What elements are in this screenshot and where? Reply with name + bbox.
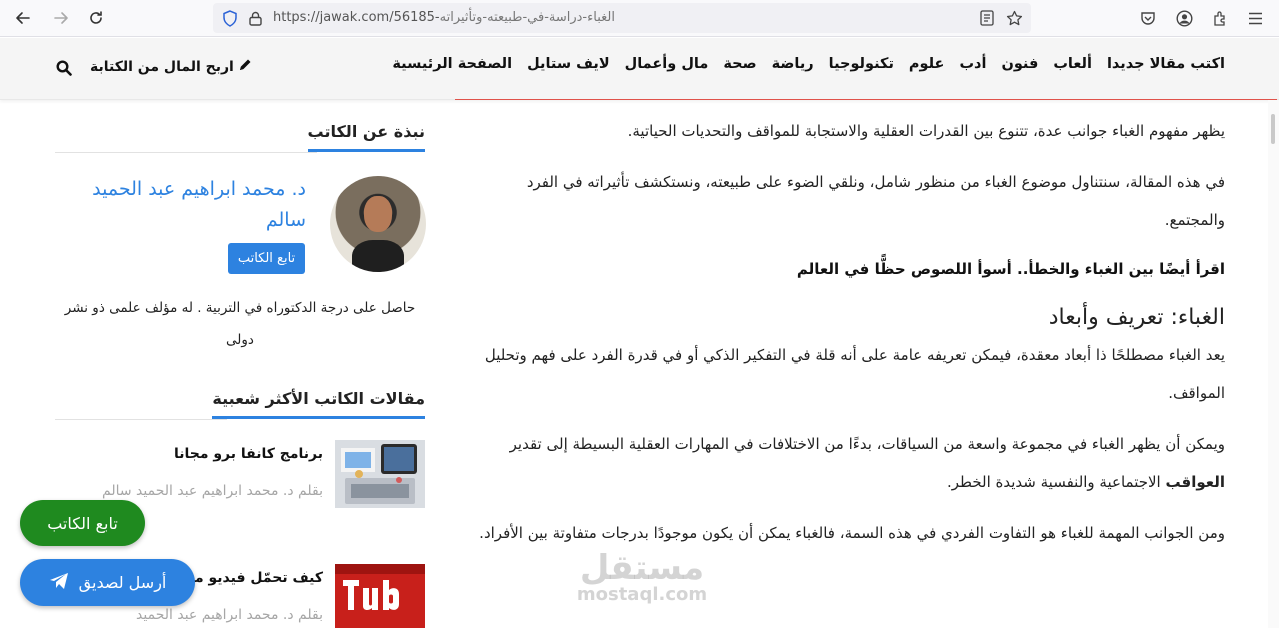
floating-follow-button[interactable]: تابع الكاتب [20, 500, 145, 546]
nav-item-home[interactable]: الصفحة الرئيسية [392, 56, 512, 72]
nav-item-arts[interactable]: فنون [1001, 56, 1038, 72]
menu-icon[interactable] [1246, 9, 1264, 27]
nav-item-science[interactable]: علوم [909, 56, 945, 72]
related-article-link[interactable]: اقرأ أيضًا بين الغباء والخطأ.. أسوأ اللص… [468, 250, 1225, 288]
article-paragraph: ويمكن أن يظهر الغباء في مجموعة واسعة من … [468, 425, 1225, 501]
lock-icon[interactable] [247, 9, 263, 27]
pocket-icon[interactable] [1139, 9, 1157, 27]
popular-article-title[interactable]: كيف تحمّل فيديو من [182, 570, 323, 586]
author-name[interactable]: د. محمد ابراهيم عبد الحميد سالم [66, 174, 306, 236]
article-thumbnail[interactable] [335, 564, 425, 628]
article-body: يظهر مفهوم الغباء جوانب عدة، تتنوع بين ا… [468, 112, 1225, 565]
divider [55, 419, 227, 420]
divider [55, 152, 317, 153]
account-icon[interactable] [1175, 9, 1193, 27]
earn-money-label: اربح المال من الكتابة [90, 59, 234, 75]
bookmark-star-icon[interactable] [1005, 9, 1023, 27]
send-label: أرسل لصديق [78, 573, 167, 592]
url-host: https://jawak.com/56185- [273, 10, 440, 25]
reader-icon[interactable] [978, 9, 996, 27]
article-paragraph: في هذه المقالة، سنتناول موضوع الغباء من … [526, 173, 1225, 229]
popular-articles-title: مقالات الكاتب الأكثر شعبية [212, 389, 425, 419]
nav-item-games[interactable]: ألعاب [1053, 56, 1092, 72]
url-path: الغباء-دراسة-في-طبيعته-وتأثيراته [439, 10, 615, 25]
back-icon[interactable] [10, 6, 36, 30]
earn-money-link[interactable]: اربح المال من الكتابة [90, 58, 252, 76]
article-thumbnail[interactable] [335, 440, 425, 508]
site-header: الصفحة الرئيسية لايف ستايل مال وأعمال صح… [0, 38, 1279, 100]
nav-item-technology[interactable]: تكنولوجيا [829, 56, 894, 72]
url-text: https://jawak.com/56185-الغباء-دراسة-في-… [273, 10, 615, 25]
watermark-latin: mostaql.com [576, 584, 708, 605]
pencil-icon [238, 58, 252, 76]
about-author-title: نبذة عن الكاتب [307, 122, 425, 152]
article-paragraph: يظهر مفهوم الغباء جوانب عدة، تتنوع بين ا… [627, 122, 1225, 140]
shield-icon[interactable] [221, 9, 239, 27]
address-bar[interactable]: https://jawak.com/56185-الغباء-دراسة-في-… [213, 3, 1031, 33]
author-avatar[interactable] [330, 176, 426, 272]
nav-item-write-article[interactable]: اكتب مقالا جديدا [1107, 56, 1225, 72]
article-paragraph: ومن الجوانب المهمة للغباء هو التفاوت الف… [479, 524, 1225, 542]
emphasis-text: العواقب [1165, 473, 1226, 491]
browser-toolbar: https://jawak.com/56185-الغباء-دراسة-في-… [0, 0, 1279, 37]
paragraph-text: الاجتماعية والنفسية شديدة الخطر. [946, 473, 1166, 491]
send-to-friend-button[interactable]: أرسل لصديق [20, 559, 195, 606]
paper-plane-icon [49, 572, 69, 594]
avatar-shirt [352, 240, 404, 272]
scrollbar-thumb[interactable] [1271, 114, 1275, 144]
article-paragraph: يعد الغباء مصطلحًا ذا أبعاد معقدة، فيمكن… [484, 346, 1225, 402]
nav-item-lifestyle[interactable]: لايف ستايل [527, 56, 610, 72]
avatar-face [364, 196, 392, 232]
main-nav: الصفحة الرئيسية لايف ستايل مال وأعمال صح… [392, 56, 1225, 72]
nav-item-health[interactable]: صحة [723, 56, 756, 72]
nav-item-literature[interactable]: أدب [959, 56, 986, 72]
section-heading: الغباء: تعريف وأبعاد [1048, 305, 1225, 330]
page-scrollbar[interactable] [1268, 100, 1279, 628]
forward-icon[interactable] [48, 6, 74, 30]
paragraph-text: ويمكن أن يظهر الغباء في مجموعة واسعة من … [509, 435, 1225, 453]
nav-item-business[interactable]: مال وأعمال [625, 56, 709, 72]
nav-item-sports[interactable]: رياضة [772, 56, 814, 72]
nav-accent-line [455, 99, 1277, 100]
popular-article-title[interactable]: برنامج كانفا برو مجانا [174, 446, 323, 462]
extensions-icon[interactable] [1211, 9, 1229, 27]
follow-author-button[interactable]: تابع الكاتب [228, 243, 305, 274]
search-icon[interactable] [56, 60, 72, 80]
reload-icon[interactable] [83, 6, 109, 30]
author-bio: حاصل على درجة الدكتوراه في التربية . له … [64, 300, 416, 348]
